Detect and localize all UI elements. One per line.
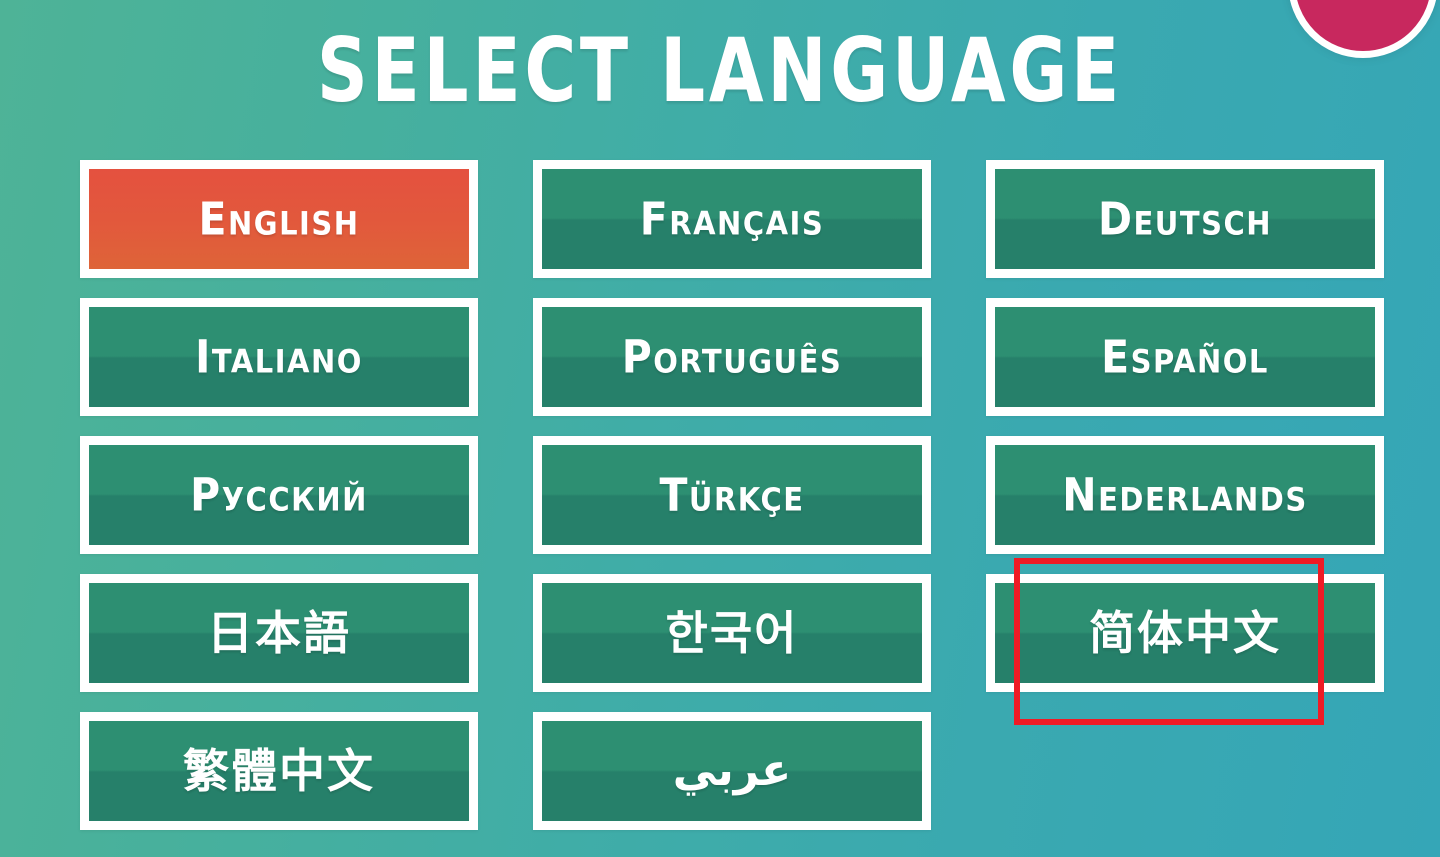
- language-button-label: 한국어: [665, 606, 799, 660]
- language-button-5[interactable]: Português: [533, 298, 931, 416]
- language-button-label: English: [198, 192, 360, 245]
- language-button-label: 日本語: [207, 606, 351, 660]
- language-button-label: Русский: [190, 468, 368, 521]
- language-button-label: Nederlands: [1062, 468, 1308, 521]
- page-title: Select Language: [316, 18, 1124, 123]
- language-button-11[interactable]: 한국어: [533, 574, 931, 692]
- language-button-label: Français: [639, 192, 825, 245]
- language-button-label: Español: [1101, 330, 1269, 383]
- language-button-4[interactable]: Italiano: [80, 298, 478, 416]
- language-button-2[interactable]: Français: [533, 160, 931, 278]
- language-button-label: Deutsch: [1097, 192, 1273, 245]
- language-button-label: عربي: [672, 745, 792, 796]
- language-button-13[interactable]: 繁體中文: [80, 712, 478, 830]
- language-button-label: 简体中文: [1089, 606, 1281, 660]
- language-button-3[interactable]: Deutsch: [986, 160, 1384, 278]
- language-button-8[interactable]: Türkçe: [533, 436, 931, 554]
- language-button-label: Italiano: [195, 330, 363, 383]
- language-button-1[interactable]: English: [80, 160, 478, 278]
- language-button-12[interactable]: 简体中文: [986, 574, 1384, 692]
- language-button-9[interactable]: Nederlands: [986, 436, 1384, 554]
- language-grid: English Français Deutsch Italiano Português E…: [80, 160, 1384, 830]
- language-button-label: 繁體中文: [183, 744, 375, 798]
- language-button-label: Türkçe: [659, 468, 805, 521]
- language-button-10[interactable]: 日本語: [80, 574, 478, 692]
- language-button-6[interactable]: Español: [986, 298, 1384, 416]
- language-button-7[interactable]: Русский: [80, 436, 478, 554]
- language-button-14[interactable]: عربي: [533, 712, 931, 830]
- language-button-label: Português: [621, 330, 843, 383]
